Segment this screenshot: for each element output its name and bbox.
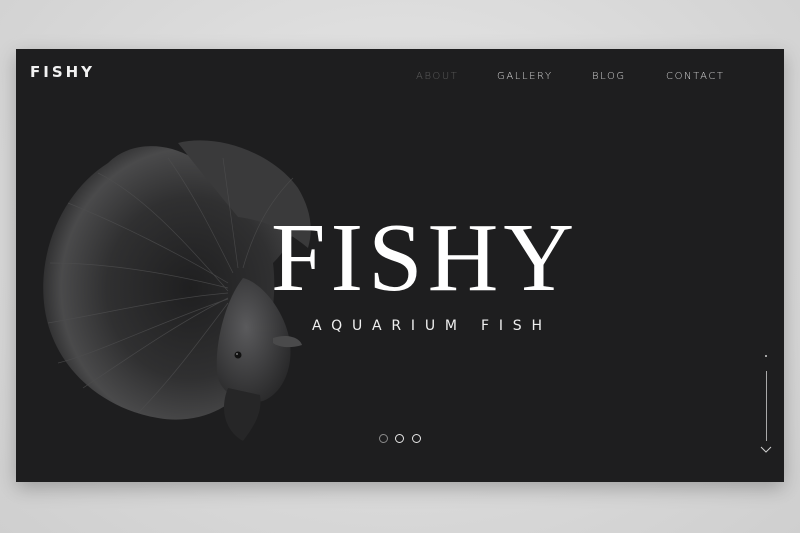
nav-item-gallery[interactable]: GALLERY	[497, 71, 553, 82]
main-nav: ABOUT GALLERY BLOG CONTACT	[16, 71, 784, 85]
hero-subtitle: AQUARIUM FISH	[312, 318, 552, 334]
nav-item-contact[interactable]: CONTACT	[666, 71, 725, 82]
scroll-indicator[interactable]	[760, 355, 774, 459]
slider-dot-1[interactable]	[379, 434, 388, 443]
chevron-down-icon[interactable]	[760, 446, 772, 454]
scroll-dot	[765, 355, 767, 357]
website-screen: FISHY ABOUT GALLERY BLOG CONTACT FISHY A…	[16, 49, 784, 482]
slider-dot-2[interactable]	[395, 434, 404, 443]
nav-item-about[interactable]: ABOUT	[416, 71, 459, 82]
nav-item-blog[interactable]: BLOG	[592, 71, 626, 82]
hero-title: FISHY	[271, 204, 580, 312]
slider-dot-3[interactable]	[412, 434, 421, 443]
scroll-line	[766, 371, 767, 441]
